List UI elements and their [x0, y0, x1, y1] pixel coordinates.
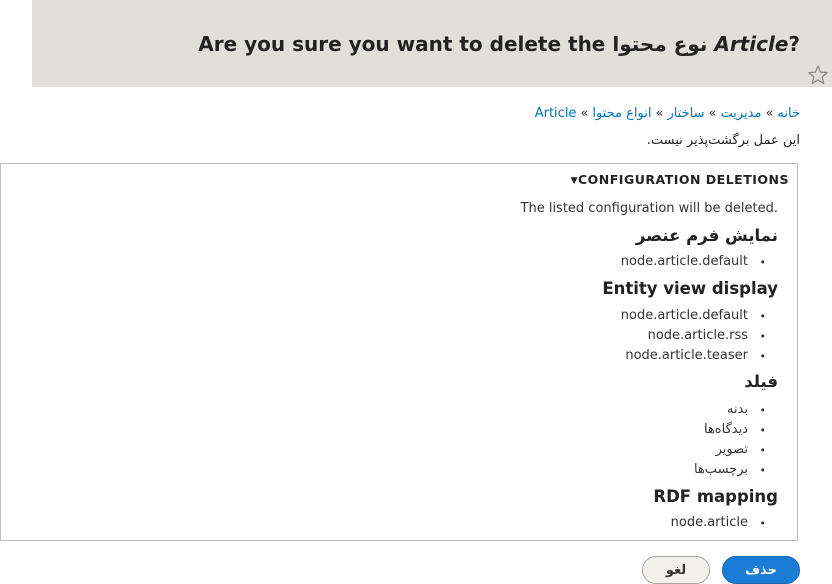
- list-item: برچسب‌ها: [693, 462, 748, 477]
- list-item: node.article.default: [620, 254, 748, 269]
- bullet-icon: •: [759, 310, 767, 323]
- breadcrumb-content-types[interactable]: انواع محتوا: [592, 106, 651, 121]
- list-item: node.article.rss: [647, 328, 748, 343]
- page-header: Are you sure you want to delete the نوع …: [32, 0, 832, 87]
- breadcrumb-home[interactable]: خانه: [777, 106, 800, 121]
- star-icon[interactable]: [807, 64, 829, 86]
- list-item: node.article.teaser: [625, 348, 748, 363]
- list-item: node.article.default: [620, 308, 748, 323]
- config-deletions-panel: ▼CONFIGURATION DELETIONS The listed conf…: [0, 163, 798, 541]
- list-item: تصویر: [715, 442, 748, 457]
- irreversible-warning: این عمل برگشت‌پذیر نیست.: [646, 133, 800, 148]
- group-title: Entity view display: [602, 279, 778, 298]
- page-title: Are you sure you want to delete the نوع …: [198, 32, 800, 56]
- title-name: Article: [714, 32, 789, 56]
- bullet-icon: •: [759, 464, 767, 477]
- bullet-icon: •: [759, 350, 767, 363]
- config-intro: The listed configuration will be deleted…: [520, 201, 778, 216]
- cancel-button[interactable]: لغو: [642, 556, 710, 584]
- list-item: بدنه: [726, 402, 748, 417]
- bullet-icon: •: [759, 444, 767, 457]
- group-title: نمایش فرم عنصر: [635, 226, 778, 245]
- breadcrumb-admin[interactable]: مدیریت: [720, 106, 761, 121]
- group-title: فیلد: [744, 372, 778, 391]
- breadcrumb-article[interactable]: Article: [535, 106, 577, 121]
- delete-button[interactable]: حذف: [722, 556, 800, 584]
- group-title: RDF mapping: [653, 487, 778, 506]
- bullet-icon: •: [759, 256, 767, 269]
- breadcrumb-structure[interactable]: ساختار: [667, 106, 704, 121]
- bullet-icon: •: [759, 517, 767, 530]
- breadcrumb: خانه»مدیریت»ساختار»انواع محتوا»Article: [534, 106, 800, 121]
- bullet-icon: •: [759, 424, 767, 437]
- list-item: node.article: [670, 515, 748, 530]
- list-item: دیدگاه‌ها: [703, 422, 748, 437]
- bullet-icon: •: [759, 330, 767, 343]
- bullet-icon: •: [759, 404, 767, 417]
- title-type: نوع محتوا: [612, 32, 708, 56]
